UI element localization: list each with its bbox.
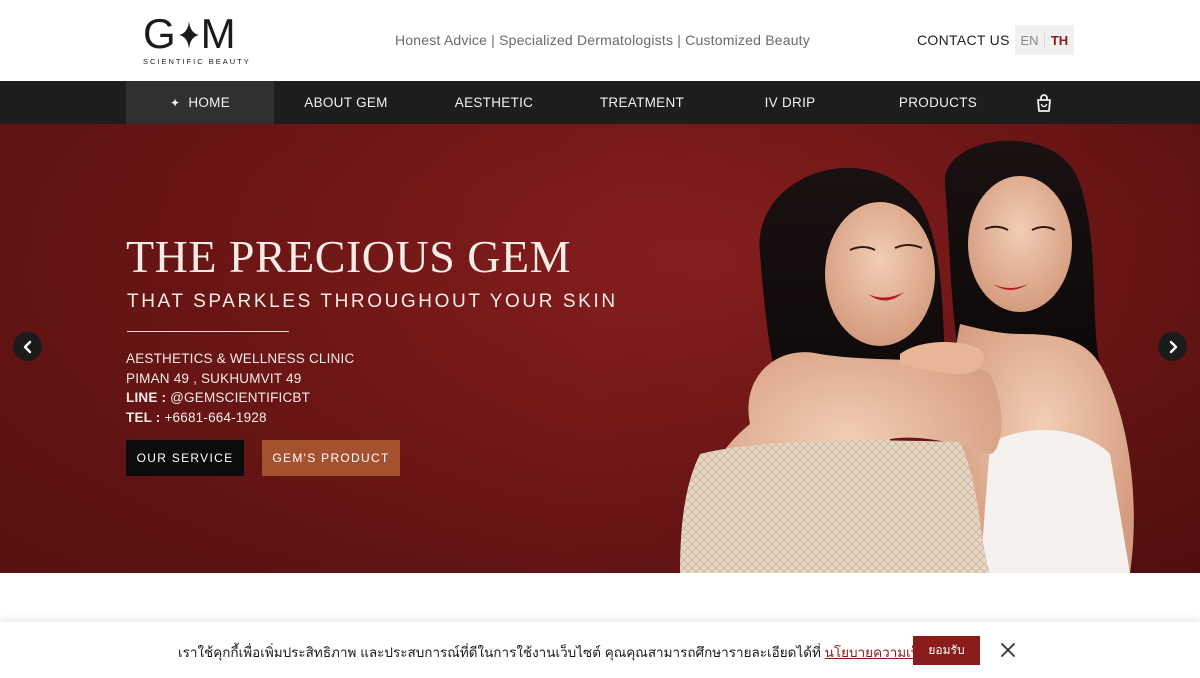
nav-item-label: PRODUCTS <box>898 95 978 110</box>
lang-en-button[interactable]: EN <box>1015 32 1045 48</box>
clinic-info: AESTHETICS & WELLNESS CLINIC PIMAN 49 , … <box>126 349 354 427</box>
nav-item-iv-drip[interactable]: IV DRIP <box>716 81 864 124</box>
sparkle-icon <box>178 17 200 51</box>
nav-item-label: HOME <box>188 95 231 110</box>
clinic-type: AESTHETICS & WELLNESS CLINIC <box>126 351 355 366</box>
close-icon[interactable] <box>999 641 1017 659</box>
hero-banner: THE PRECIOUS GEM THAT SPARKLES THROUGHOU… <box>0 124 1200 573</box>
our-service-button[interactable]: OUR SERVICE <box>126 440 244 476</box>
divider <box>127 331 289 332</box>
lang-th-button[interactable]: TH <box>1045 33 1074 48</box>
slider-prev-button[interactable] <box>13 332 42 361</box>
hero-title: THE PRECIOUS GEM <box>126 231 572 282</box>
slider-next-button[interactable] <box>1158 332 1187 361</box>
nav-item-about[interactable]: ABOUT GEM <box>272 81 420 124</box>
cookie-message: เราใช้คุกกี้เพื่อเพิ่มประสิทธิภาพ และประ… <box>178 645 970 660</box>
cookie-consent-bar: เราใช้คุกกี้เพื่อเพิ่มประสิทธิภาพ และประ… <box>0 622 1200 678</box>
gems-product-button[interactable]: GEM'S PRODUCT <box>262 440 400 476</box>
main-nav: ✦ HOME ABOUT GEM AESTHETIC TREATMENT IV … <box>0 81 1200 124</box>
nav-item-treatment[interactable]: TREATMENT <box>568 81 716 124</box>
chevron-left-icon <box>23 340 31 353</box>
clinic-tel: TEL : +6681-664-1928 <box>126 409 267 425</box>
hero-models-image <box>680 140 1134 573</box>
clinic-address: PIMAN 49 , SUKHUMVIT 49 <box>126 370 302 386</box>
hero-subtitle: THAT SPARKLES THROUGHOUT YOUR SKIN <box>127 291 618 312</box>
language-switcher: EN TH <box>1015 25 1074 55</box>
nav-item-aesthetic[interactable]: AESTHETIC <box>420 81 568 124</box>
shopping-bag-icon[interactable] <box>1034 93 1054 113</box>
chevron-right-icon <box>1169 340 1177 353</box>
clinic-line: LINE : @GEMSCIENTIFICBT <box>126 390 311 406</box>
header-tagline: Honest Advice | Specialized Dermatologis… <box>395 32 810 48</box>
cookie-accept-button[interactable]: ยอมรับ <box>913 636 980 665</box>
site-header: G M SCIENTIFIC BEAUTY Honest Advice | Sp… <box>0 0 1200 81</box>
logo-subtitle: SCIENTIFIC BEAUTY <box>143 57 251 66</box>
nav-item-products[interactable]: PRODUCTS <box>864 81 1012 124</box>
gem-logo[interactable]: G M SCIENTIFIC BEAUTY <box>143 10 255 68</box>
logo-wordmark: G M <box>143 10 237 57</box>
nav-item-label: TREATMENT <box>599 95 685 110</box>
nav-item-label: AESTHETIC <box>454 95 534 110</box>
contact-us-link[interactable]: CONTACT US <box>917 32 1010 48</box>
nav-item-label: IV DRIP <box>764 95 816 110</box>
nav-item-home[interactable]: ✦ HOME <box>126 81 274 124</box>
sparkle-icon: ✦ <box>169 95 181 110</box>
nav-item-label: ABOUT GEM <box>304 95 388 110</box>
